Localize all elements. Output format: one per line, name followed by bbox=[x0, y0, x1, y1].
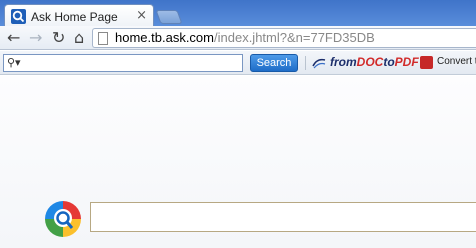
tab-ask-home[interactable]: Ask Home Page × bbox=[4, 4, 154, 28]
url-host: home.tb.ask.com bbox=[115, 30, 214, 45]
home-icon[interactable]: ⌂ bbox=[74, 28, 84, 48]
toolbar-search-input[interactable] bbox=[28, 55, 240, 71]
back-arrow-icon[interactable]: ← bbox=[7, 28, 20, 48]
ask-favicon-icon bbox=[11, 9, 26, 24]
toolbar-search-button[interactable]: Search bbox=[250, 54, 298, 72]
brand-part-pdf: PDF bbox=[394, 55, 419, 69]
tab-title: Ask Home Page bbox=[31, 10, 118, 24]
reload-icon[interactable]: ↻ bbox=[52, 28, 65, 48]
convert-label: Convert to bbox=[437, 56, 476, 67]
new-tab-button[interactable] bbox=[155, 10, 183, 24]
navigation-bar: ← → ↻ ⌂ home.tb.ask.com/index.jhtml?&n=7… bbox=[0, 26, 476, 50]
ask-logo-icon bbox=[45, 201, 81, 237]
brand-part-from: from bbox=[330, 55, 357, 69]
brand-part-doc: DOC bbox=[356, 55, 384, 69]
toolbar-search-box[interactable]: ⚲▾ bbox=[3, 54, 243, 72]
page-icon bbox=[98, 32, 108, 45]
fromdoctopdf-swirl-icon bbox=[312, 58, 326, 69]
url-text: home.tb.ask.com/index.jhtml?&n=77FD35DB bbox=[115, 30, 375, 45]
search-dropdown-icon[interactable]: ⚲▾ bbox=[7, 56, 21, 69]
tab-close-icon[interactable]: × bbox=[136, 8, 147, 23]
main-search-input[interactable] bbox=[91, 203, 476, 231]
pdf-icon bbox=[420, 56, 433, 69]
fromdoctopdf-text: fromDOCtoPDF bbox=[330, 55, 419, 69]
address-bar[interactable]: home.tb.ask.com/index.jhtml?&n=77FD35DB bbox=[92, 28, 476, 48]
forward-arrow-icon[interactable]: → bbox=[29, 28, 42, 48]
ask-toolbar: ⚲▾ Search fromDOCtoPDF Convert to bbox=[0, 51, 476, 75]
tab-strip: Ask Home Page × bbox=[0, 0, 476, 28]
brand-part-to: to bbox=[383, 55, 395, 69]
url-path: /index.jhtml?&n=77FD35DB bbox=[214, 30, 375, 45]
main-search-box[interactable] bbox=[90, 202, 476, 232]
page-content bbox=[0, 76, 476, 248]
toolbar-separator bbox=[305, 56, 306, 70]
